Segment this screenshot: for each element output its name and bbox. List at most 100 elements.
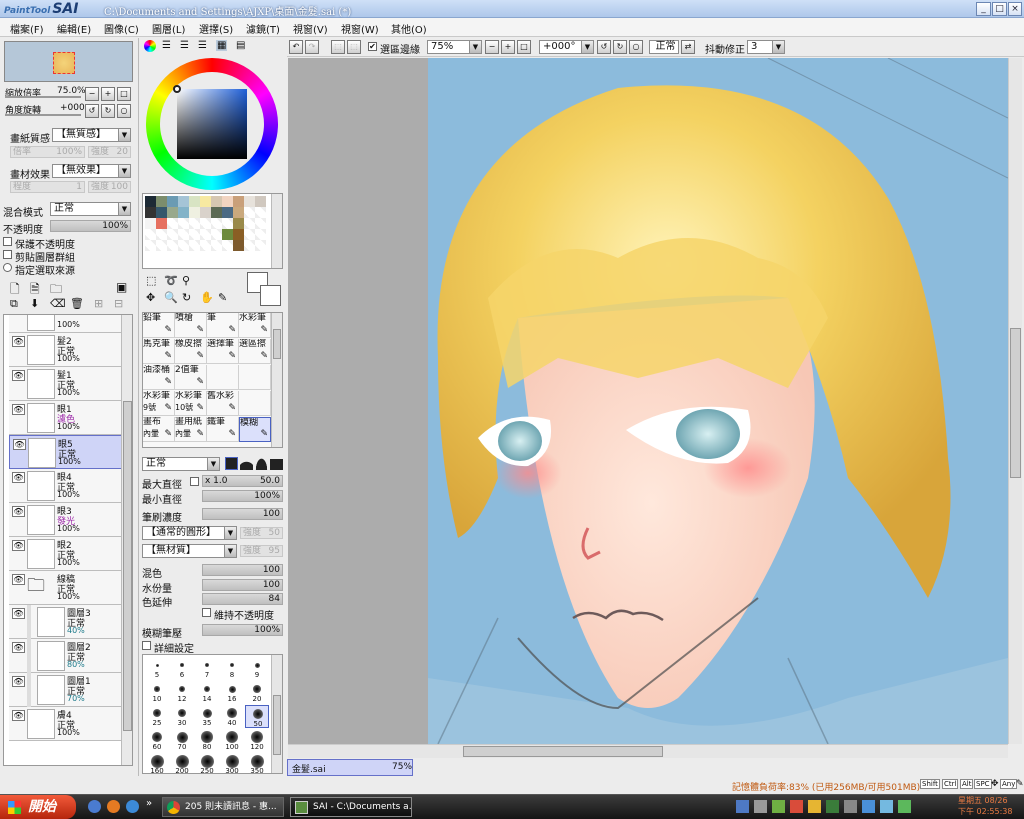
color-swatch[interactable]: [200, 196, 211, 207]
color-swatch[interactable]: [178, 218, 189, 229]
brush-tool-slot[interactable]: 鉛筆 ✎: [143, 313, 175, 338]
firefox-icon[interactable]: [107, 800, 120, 813]
stabilizer-select[interactable]: 3 ▼: [747, 40, 785, 54]
merge-down-icon[interactable]: ⬇: [30, 297, 39, 310]
keep-opacity-checkbox[interactable]: [202, 608, 211, 617]
max-diameter-checkbox[interactable]: [190, 477, 199, 486]
brush-size-cell[interactable]: 30: [170, 705, 194, 728]
texture-strength-bar[interactable]: 強度 95: [240, 545, 283, 557]
selection-source-radio[interactable]: [3, 263, 12, 272]
canvas-vertical-thumb[interactable]: [1010, 328, 1021, 478]
layer-visibility-eye-icon[interactable]: 👁: [12, 472, 25, 483]
brush-tool-slot[interactable]: 畫布 內暈 ✎: [143, 417, 175, 442]
color-swatch[interactable]: [244, 240, 255, 251]
color-swatch[interactable]: [167, 240, 178, 251]
tray-icon-8[interactable]: [862, 800, 875, 813]
paper-strength-bar[interactable]: 強度 20: [88, 146, 131, 158]
color-swatch[interactable]: [255, 240, 266, 251]
secondary-color-swatch[interactable]: [260, 285, 281, 306]
color-swatch[interactable]: [211, 229, 222, 240]
tool-scrollbar[interactable]: [271, 313, 282, 447]
brush-size-cell[interactable]: 40: [220, 705, 244, 728]
messenger-icon[interactable]: [88, 800, 101, 813]
layer-visibility-eye-icon[interactable]: 👁: [12, 642, 25, 653]
saturation-value-square[interactable]: [177, 89, 247, 159]
color-swatch[interactable]: [145, 218, 156, 229]
tray-icon-2[interactable]: [754, 800, 767, 813]
tray-icon-3[interactable]: [772, 800, 785, 813]
color-swatch[interactable]: [189, 218, 200, 229]
menu-other[interactable]: 其他(O): [391, 21, 427, 36]
brush-size-cell[interactable]: 60: [145, 729, 169, 752]
color-swatch[interactable]: [244, 229, 255, 240]
brush-size-cell[interactable]: 20: [245, 681, 269, 704]
layer-visibility-eye-icon[interactable]: 👁: [13, 439, 26, 450]
color-swatch[interactable]: [222, 196, 233, 207]
color-swatch[interactable]: [211, 240, 222, 251]
tray-icon-9[interactable]: [880, 800, 893, 813]
layer-row[interactable]: 👁 圖層1 正常 70%: [9, 673, 123, 707]
rotate-right-button[interactable]: ↻: [101, 104, 115, 118]
magic-wand-icon[interactable]: ⚲: [182, 274, 190, 287]
color-swatch[interactable]: [178, 196, 189, 207]
selection-edge-checkbox[interactable]: ✔: [368, 42, 377, 51]
brush-tool-slot[interactable]: 筆 ✎: [207, 313, 239, 338]
min-diameter-bar[interactable]: 100%: [202, 490, 283, 502]
brush-texture-select[interactable]: 【無材質】 ▼: [142, 544, 237, 558]
canvas-vertical-scrollbar[interactable]: [1008, 58, 1022, 744]
clock-time[interactable]: 下午 02:55:38: [958, 806, 1012, 817]
tray-icon-4[interactable]: [790, 800, 803, 813]
color-swatch[interactable]: [167, 196, 178, 207]
opacity-bar[interactable]: 100%: [50, 220, 131, 232]
density-bar[interactable]: 100: [202, 508, 283, 520]
detail-settings-checkbox[interactable]: [142, 641, 151, 650]
color-swatch[interactable]: [211, 207, 222, 218]
eyedropper-icon[interactable]: ✎: [218, 291, 227, 304]
color-swatch[interactable]: [167, 229, 178, 240]
rotation-select[interactable]: +000° ▼: [539, 40, 594, 54]
view-mode-select[interactable]: 正常: [649, 40, 679, 54]
color-swatch[interactable]: [211, 196, 222, 207]
brush-tool-slot[interactable]: [239, 365, 271, 390]
brush-tool-slot[interactable]: 馬克筆 ✎: [143, 339, 175, 364]
color-swatch[interactable]: [211, 218, 222, 229]
color-swatch[interactable]: [200, 240, 211, 251]
brush-tool-slot[interactable]: 畫用紙 內暈 ✎: [175, 417, 207, 442]
color-swatch[interactable]: [222, 240, 233, 251]
menu-file[interactable]: 檔案(F): [10, 21, 44, 36]
color-swatch[interactable]: [189, 196, 200, 207]
shape-strength-bar[interactable]: 強度 50: [240, 527, 283, 539]
brush-size-cell[interactable]: 16: [220, 681, 244, 704]
toolbar-rotate-left-button[interactable]: ↺: [597, 40, 611, 54]
hand-icon[interactable]: ✋: [200, 291, 214, 304]
color-swatch[interactable]: [167, 207, 178, 218]
layer-row[interactable]: 👁 眼1 濾色 100%: [9, 401, 123, 435]
layer-visibility-eye-icon[interactable]: 👁: [12, 608, 25, 619]
zoom-select[interactable]: 75% ▼: [427, 40, 482, 54]
layer-visibility-eye-icon[interactable]: 👁: [12, 404, 25, 415]
brush-edge-shapes[interactable]: [225, 457, 283, 471]
blend-mode-select[interactable]: 正常 ▼: [50, 202, 131, 216]
close-button[interactable]: ×: [1008, 2, 1022, 16]
paper-scale-bar[interactable]: 倍率 100%: [10, 146, 85, 158]
color-swatch[interactable]: [255, 218, 266, 229]
layer-list-scroll-thumb[interactable]: [123, 401, 132, 731]
hsv-slider-mode-icon[interactable]: ☰: [180, 40, 189, 51]
layer-row[interactable]: 👁 眼2 正常 100%: [9, 537, 123, 571]
effect-strength-bar[interactable]: 強度 100: [88, 181, 131, 193]
color-swatch[interactable]: [167, 218, 178, 229]
brush-tool-slot[interactable]: 選擇筆 ✎: [207, 339, 239, 364]
brush-size-cell[interactable]: 5: [145, 657, 169, 680]
layer-mask-icon[interactable]: ▣: [116, 280, 127, 294]
brush-size-cell[interactable]: 100: [220, 729, 244, 752]
layer-visibility-eye-icon[interactable]: 👁: [12, 710, 25, 721]
brush-tool-slot[interactable]: 水彩筆 ✎: [239, 313, 271, 338]
canvas-horizontal-thumb[interactable]: [463, 746, 663, 757]
brush-size-cell[interactable]: 70: [170, 729, 194, 752]
move-icon[interactable]: ✥: [146, 291, 155, 304]
document-tab[interactable]: 金髮.sai 75%: [287, 759, 413, 776]
layer-row[interactable]: 👁 膚4 正常 100%: [9, 707, 123, 741]
layer-row[interactable]: 👁 眼3 發光 100%: [9, 503, 123, 537]
brush-size-cell[interactable]: 160: [145, 753, 169, 773]
navigator-preview[interactable]: [4, 41, 133, 82]
